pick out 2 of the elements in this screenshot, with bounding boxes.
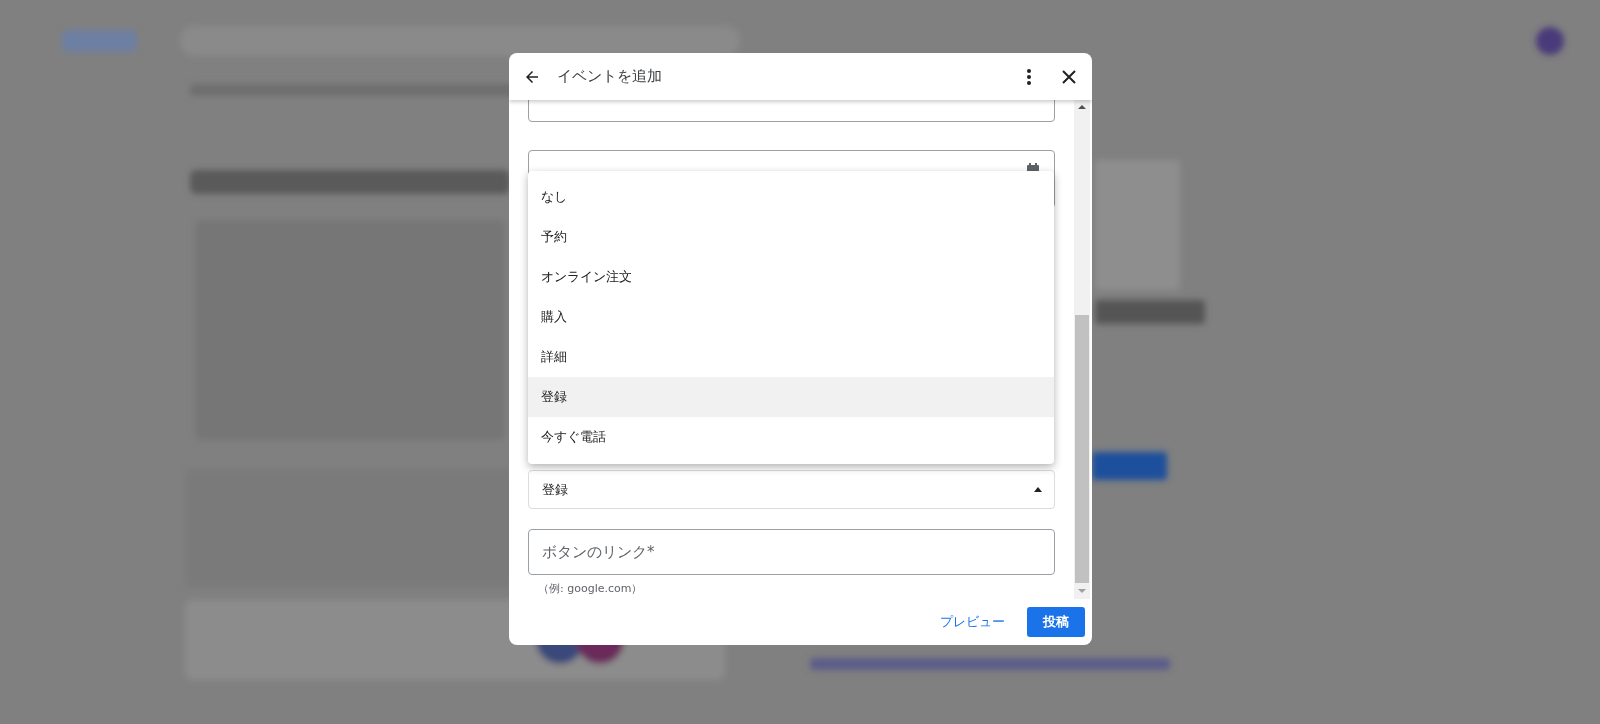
hint-text: （例: google.com） bbox=[538, 581, 644, 596]
dialog-title: イベントを追加 bbox=[557, 67, 663, 86]
